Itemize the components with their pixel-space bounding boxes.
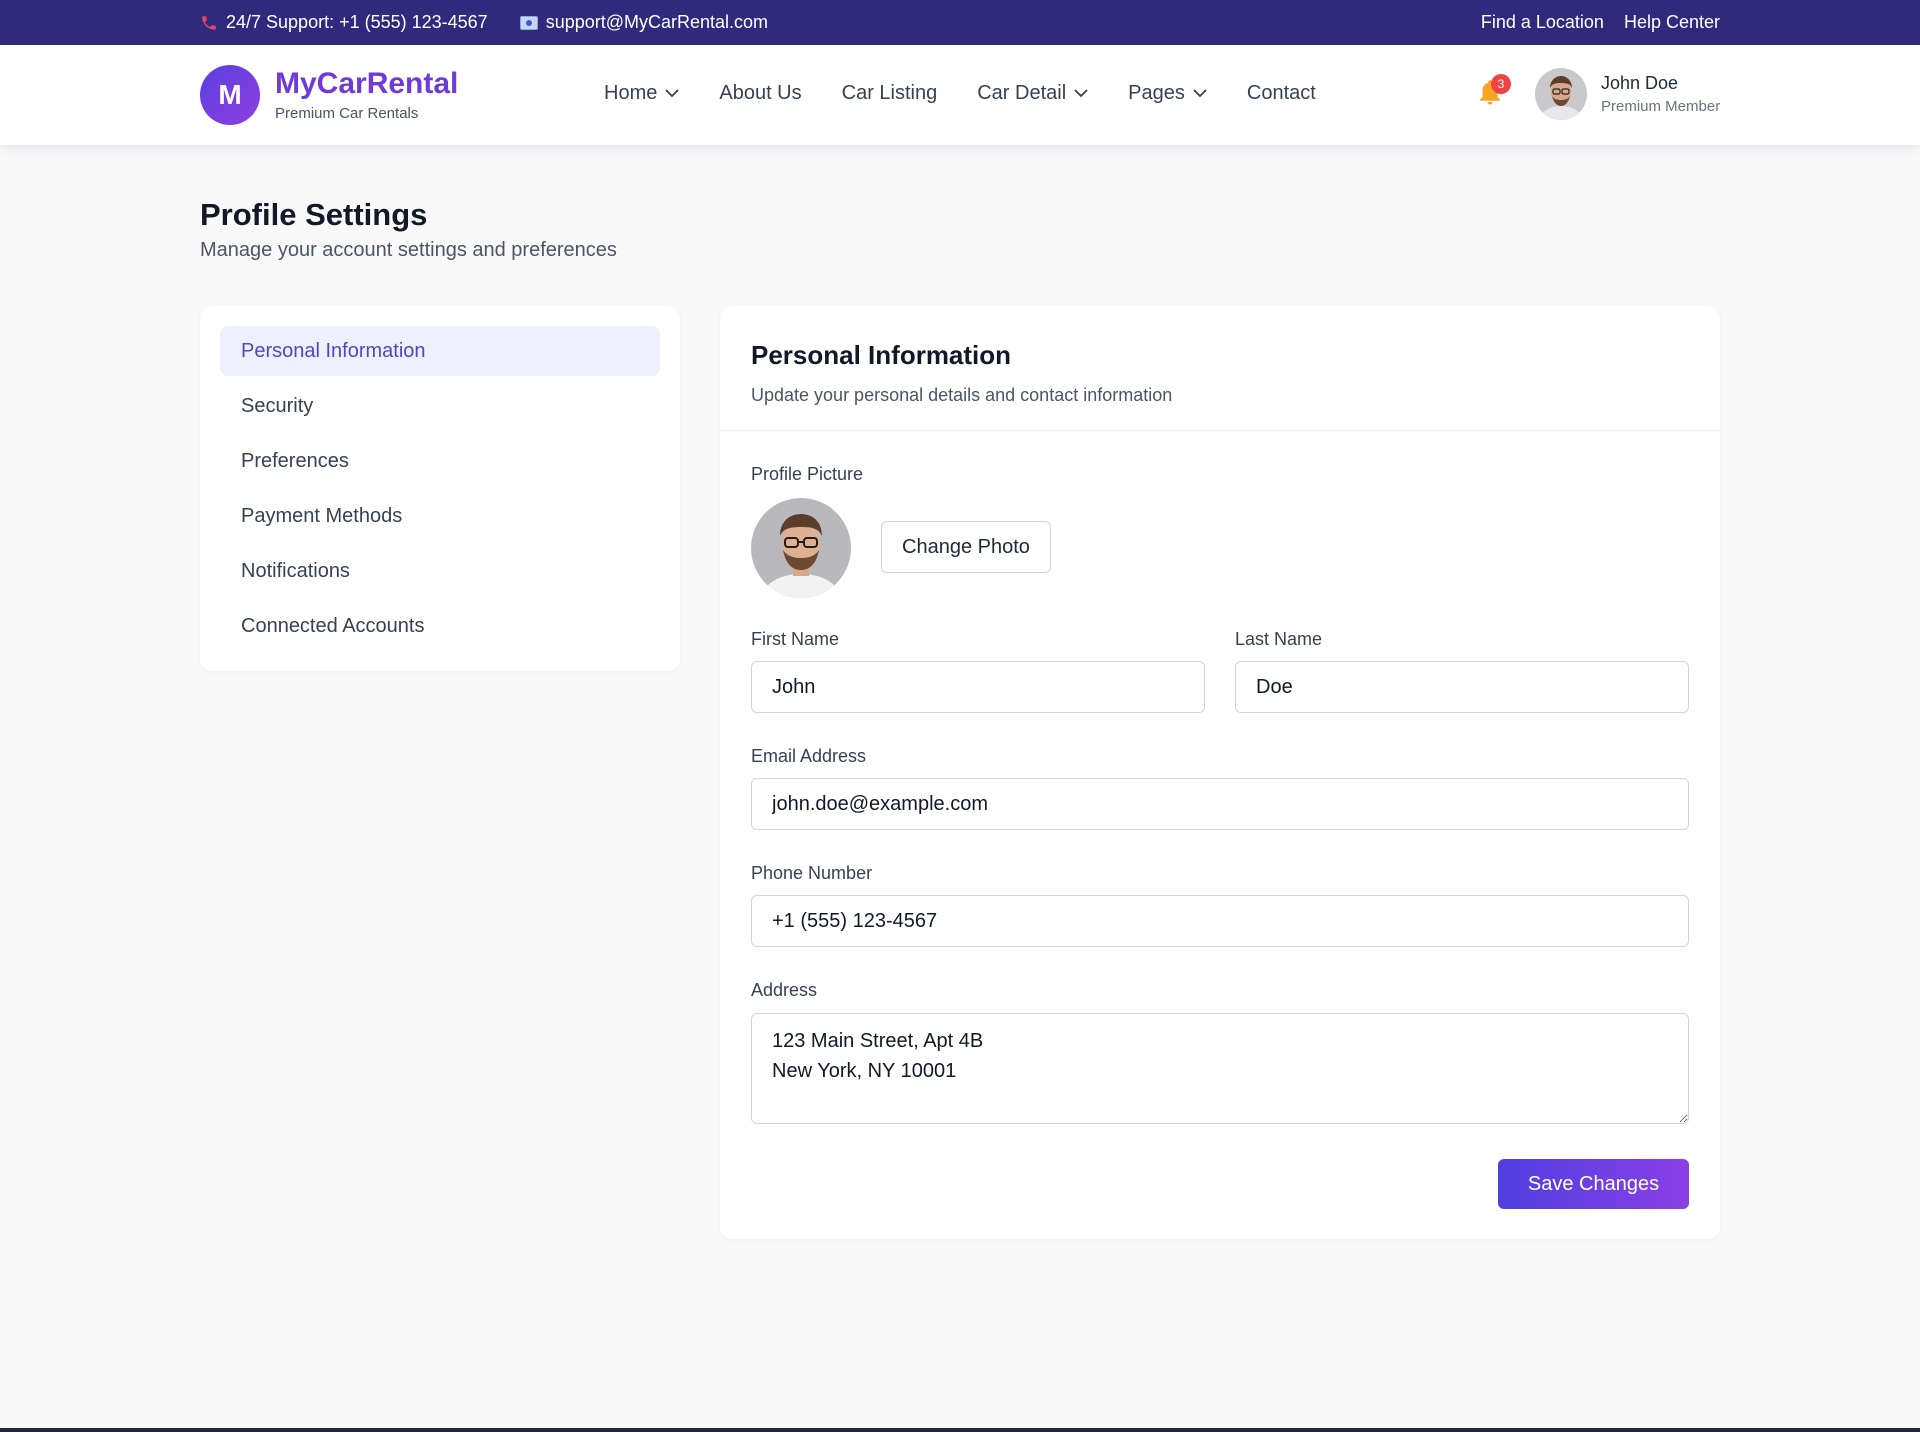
page-bottom-border [0, 1428, 1920, 1432]
nav-car-detail[interactable]: Car Detail [977, 82, 1088, 105]
nav-label: Pages [1128, 82, 1185, 104]
profile-picture-label: Profile Picture [751, 464, 864, 484]
first-name-field[interactable] [751, 661, 1205, 713]
nav-home[interactable]: Home [604, 82, 679, 105]
user-role: Premium Member [1601, 98, 1721, 115]
mail-icon [519, 15, 538, 30]
section-subtitle: Update your personal details and contact… [751, 385, 1173, 405]
sidebar-item-personal-information[interactable]: Personal Information [220, 326, 660, 376]
avatar[interactable] [1535, 68, 1587, 120]
support-email[interactable]: support@MyCarRental.com [546, 12, 768, 33]
support-contact: 24/7 Support: +1 (555) 123-4567 [200, 12, 488, 33]
find-location-link[interactable]: Find a Location [1481, 12, 1604, 33]
nav-label: Car Detail [977, 82, 1067, 104]
sidebar-item-security[interactable]: Security [220, 381, 660, 431]
email-field[interactable] [751, 778, 1689, 830]
top-contact-bar: 24/7 Support: +1 (555) 123-4567 support@… [0, 0, 1920, 45]
nav-contact[interactable]: Contact [1247, 82, 1316, 105]
page-subtitle: Manage your account settings and prefere… [200, 239, 617, 261]
page-title: Profile Settings [200, 197, 428, 232]
logo[interactable]: M [200, 65, 260, 125]
user-menu[interactable]: John Doe Premium Member [1601, 73, 1720, 115]
nav-pages[interactable]: Pages [1128, 82, 1207, 105]
last-name-label: Last Name [1235, 629, 1323, 649]
brand[interactable]: MyCarRental Premium Car Rentals [275, 67, 459, 123]
sidebar-item-notifications[interactable]: Notifications [220, 546, 660, 596]
nav-car-listing[interactable]: Car Listing [842, 82, 938, 105]
support-text: 24/7 Support: +1 (555) 123-4567 [226, 12, 488, 32]
email-label: Email Address [751, 746, 867, 766]
change-photo-button[interactable]: Change Photo [881, 521, 1051, 573]
personal-information-card: Personal Information Update your persona… [720, 306, 1720, 1239]
address-field[interactable]: 123 Main Street, Apt 4B New York, NY 100… [751, 1013, 1689, 1124]
chevron-down-icon [1193, 89, 1207, 98]
sidebar-item-payment-methods[interactable]: Payment Methods [220, 491, 660, 541]
phone-label: Phone Number [751, 863, 873, 883]
brand-tagline: Premium Car Rentals [275, 105, 419, 122]
nav-label: Contact [1246, 82, 1316, 104]
settings-sidebar: Personal Information Security Preference… [200, 306, 680, 671]
first-name-label: First Name [751, 629, 840, 649]
nav-about-us[interactable]: About Us [719, 82, 801, 105]
user-name: John Doe [1601, 73, 1679, 93]
chevron-down-icon [1074, 89, 1088, 98]
address-label: Address [751, 980, 818, 1000]
profile-photo [751, 498, 851, 598]
email-contact[interactable]: support@MyCarRental.com [519, 12, 768, 33]
nav-label: Home [604, 82, 658, 104]
phone-field[interactable] [751, 895, 1689, 947]
nav-label: Car Listing [841, 82, 938, 104]
main-header: M MyCarRental Premium Car Rentals Home A… [0, 45, 1920, 145]
card-header: Personal Information Update your persona… [720, 306, 1720, 431]
main-nav: Home About Us Car Listing Car Detail Pag… [604, 82, 1356, 105]
save-changes-button[interactable]: Save Changes [1498, 1159, 1689, 1209]
sidebar-item-preferences[interactable]: Preferences [220, 436, 660, 486]
section-title: Personal Information [751, 340, 1012, 370]
phone-icon [200, 14, 218, 32]
chevron-down-icon [665, 89, 679, 98]
last-name-field[interactable] [1235, 661, 1689, 713]
help-center-link[interactable]: Help Center [1624, 12, 1720, 33]
brand-name: MyCarRental [275, 67, 459, 100]
notification-badge: 3 [1491, 74, 1511, 94]
sidebar-item-connected-accounts[interactable]: Connected Accounts [220, 601, 660, 651]
nav-label: About Us [719, 82, 802, 104]
